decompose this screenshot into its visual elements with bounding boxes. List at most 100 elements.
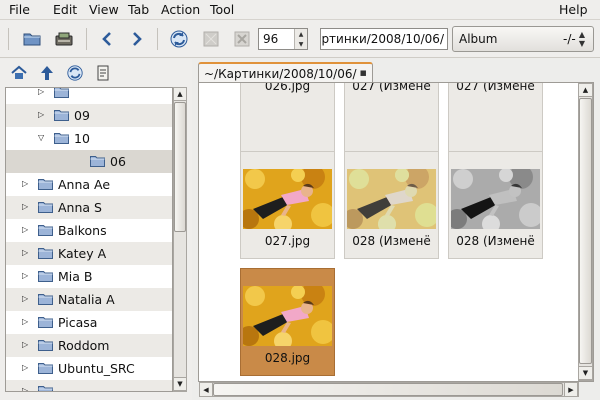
scroll-left-icon[interactable]: ◀ <box>199 382 213 397</box>
menu-tab[interactable]: Tab <box>128 2 149 17</box>
tree-row[interactable]: ▷ Mia B <box>6 265 172 288</box>
sidebar-scroll-thumb[interactable] <box>174 102 186 232</box>
toolbar-separator <box>8 28 9 50</box>
thumb-size-spinner[interactable]: 96 ▲ ▼ <box>258 28 308 50</box>
spin-down-icon[interactable]: ▼ <box>295 39 307 49</box>
collapsed-triangle-icon[interactable]: ▷ <box>22 179 28 188</box>
expanded-triangle-icon[interactable]: ▽ <box>38 133 44 142</box>
main-vertical-scrollbar[interactable]: ▲ ▼ <box>578 83 593 381</box>
main-toolbar: 96 ▲ ▼ ртинки/2008/10/06/ Album -/- ▲ ▼ <box>0 20 600 58</box>
tree-row-label: Anna S <box>58 200 102 215</box>
collapsed-triangle-icon[interactable]: ▷ <box>22 340 28 349</box>
thumbnail-caption: 028.jpg <box>264 351 311 365</box>
thumbnail-grid[interactable]: 026.jpg 027 (Изменё 027 (Изменё 027.jpg 028 … <box>198 82 594 382</box>
thumbnail-image[interactable] <box>347 169 436 229</box>
menu-help[interactable]: Help <box>559 2 588 17</box>
sidebar-refresh-button[interactable] <box>64 62 86 84</box>
tab-close-icon[interactable]: ▪ <box>360 66 367 79</box>
sidebar-scrollbar[interactable]: ▲ ▼ <box>173 87 187 392</box>
thumbnail-caption: 028 (Изменё <box>352 234 431 248</box>
collapsed-triangle-icon[interactable]: ▷ <box>22 225 28 234</box>
scroll-down-icon[interactable]: ▼ <box>578 366 593 380</box>
main-hscroll-thumb[interactable] <box>213 383 563 396</box>
thumbnail-item[interactable]: 027 (Изменё <box>448 83 543 161</box>
thumbnail-item[interactable]: 027.jpg <box>240 151 335 259</box>
thumbnail-image[interactable] <box>451 169 540 229</box>
tree-row[interactable]: ▷ 09 <box>6 104 172 127</box>
thumbnail-caption: 028 (Изменё <box>456 234 535 248</box>
collapsed-triangle-icon[interactable]: ▷ <box>22 294 28 303</box>
collapsed-triangle-icon[interactable]: ▷ <box>22 248 28 257</box>
collapsed-triangle-icon[interactable]: ▷ <box>22 202 28 211</box>
open-folder-icon <box>23 33 41 46</box>
folder-tree[interactable]: ▷ ▷ 09 ▽ 10 06 ▷ Anna Ae ▷ Anna S ▷ Balkons ▷ Katey A… <box>5 87 173 392</box>
collapsed-triangle-icon[interactable]: ▷ <box>22 271 28 280</box>
folder-icon <box>38 386 53 391</box>
path-entry-text: ртинки/2008/10/06/ <box>321 32 444 46</box>
spinner-arrows[interactable]: ▲ ▼ <box>294 29 307 49</box>
tree-row[interactable]: ▷ Picasa <box>6 311 172 334</box>
spin-up-icon[interactable]: ▲ <box>295 29 307 39</box>
tree-row[interactable]: 06 <box>6 150 172 173</box>
import-button[interactable] <box>52 27 76 51</box>
tree-row-label: Picasa <box>58 315 98 330</box>
scroll-up-icon[interactable]: ▲ <box>173 87 187 101</box>
bookmark-button[interactable] <box>92 62 114 84</box>
tree-row[interactable]: ▷ Ubuntu_SRC <box>6 357 172 380</box>
scroll-right-icon[interactable]: ▶ <box>564 382 578 397</box>
album-view: ~/Картинки/2008/10/06/ ▪ 026.jpg 027 (Изм… <box>196 59 600 400</box>
folder-icon <box>38 363 53 374</box>
view-mode-combo[interactable]: Album -/- ▲ ▼ <box>452 26 594 52</box>
sidebar-toolbar <box>0 59 192 87</box>
main-horizontal-scrollbar[interactable]: ◀ ▶ <box>199 382 579 397</box>
thumbnail-item[interactable]: 026.jpg <box>240 83 335 161</box>
scroll-down-icon[interactable]: ▼ <box>173 377 187 391</box>
refresh-button[interactable] <box>167 27 191 51</box>
tree-row[interactable]: ▷ Natalia A <box>6 288 172 311</box>
scroll-up-icon[interactable]: ▲ <box>578 83 593 97</box>
menu-file[interactable]: File <box>9 2 30 17</box>
toolbar-separator <box>86 28 87 50</box>
menu-tool[interactable]: Tool <box>210 2 234 17</box>
thumbnail-image[interactable] <box>243 286 332 346</box>
menu-view[interactable]: View <box>89 2 119 17</box>
thumb-size-value: 96 <box>263 32 279 46</box>
tree-row[interactable]: ▷ Balkons <box>6 219 172 242</box>
thumbnail-item[interactable]: 028 (Изменё <box>344 151 439 259</box>
disabled-tool-button[interactable] <box>199 27 223 51</box>
tree-row[interactable]: ▷ Anna Ae <box>6 173 172 196</box>
collapsed-triangle-icon[interactable]: ▷ <box>22 317 28 326</box>
import-icon <box>55 32 73 46</box>
collapsed-triangle-icon[interactable]: ▷ <box>38 88 44 96</box>
menu-edit[interactable]: Edit <box>53 2 77 17</box>
tree-row[interactable]: ▷ Katey A <box>6 242 172 265</box>
collapsed-triangle-icon[interactable]: ▷ <box>22 363 28 372</box>
collapsed-triangle-icon[interactable]: ▷ <box>22 386 28 391</box>
tree-row-label: Natalia A <box>58 292 115 307</box>
tree-row-label: Katey A <box>58 246 107 261</box>
thumbnail-image[interactable] <box>243 169 332 229</box>
menu-action[interactable]: Action <box>161 2 200 17</box>
back-arrow-icon <box>102 32 111 46</box>
thumbnail-item[interactable]: 027 (Изменё <box>344 83 439 161</box>
tree-row[interactable]: ▽ 10 <box>6 127 172 150</box>
folder-sidebar: ▷ ▷ 09 ▽ 10 06 ▷ Anna Ae ▷ Anna S ▷ Balkons ▷ Katey A… <box>0 59 192 400</box>
home-button[interactable] <box>8 62 30 84</box>
path-entry[interactable]: ртинки/2008/10/06/ <box>320 28 448 50</box>
tree-row[interactable]: ▷ Roddom <box>6 334 172 357</box>
tree-row[interactable]: ▷ Anna S <box>6 196 172 219</box>
tree-row[interactable]: ▷ <box>6 88 172 104</box>
back-button[interactable] <box>95 27 119 51</box>
thumbnail-item[interactable]: 028 (Изменё <box>448 151 543 259</box>
thumbnail-item[interactable]: 028.jpg <box>240 268 335 376</box>
folder-icon <box>38 202 53 213</box>
tree-row[interactable]: ▷ <box>6 380 172 391</box>
open-folder-button[interactable] <box>20 27 44 51</box>
main-scroll-thumb[interactable] <box>579 98 592 364</box>
up-button[interactable] <box>36 62 58 84</box>
collapsed-triangle-icon[interactable]: ▷ <box>38 110 44 119</box>
home-icon <box>11 65 27 79</box>
delete-button[interactable] <box>230 27 254 51</box>
tab-current-folder[interactable]: ~/Картинки/2008/10/06/ ▪ <box>198 62 373 84</box>
forward-button[interactable] <box>125 27 149 51</box>
